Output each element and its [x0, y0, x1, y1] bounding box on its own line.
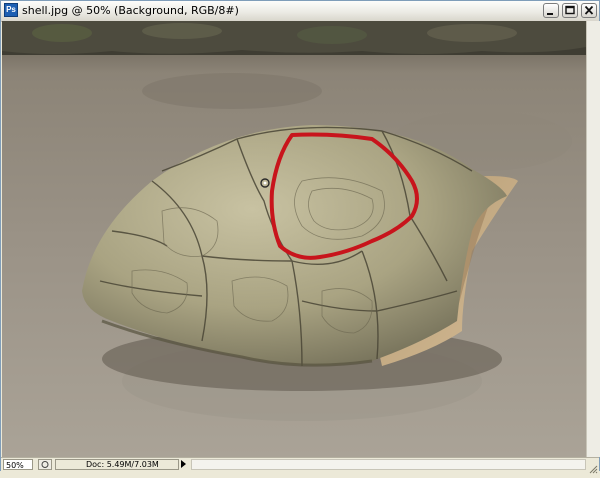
status-bar: 50% Doc: 5.49M/7.03M — [1, 457, 599, 474]
minimize-button[interactable] — [543, 3, 559, 18]
resize-grip-icon[interactable] — [587, 459, 598, 474]
shell-photo — [2, 21, 586, 457]
preview-icon[interactable] — [38, 459, 52, 470]
close-icon — [584, 5, 594, 15]
document-info: Doc: 5.49M/7.03M — [55, 459, 179, 470]
maximize-button[interactable] — [562, 3, 578, 18]
window-title: shell.jpg @ 50% (Background, RGB/8#) — [22, 4, 239, 17]
maximize-icon — [565, 5, 575, 15]
minimize-icon — [547, 13, 553, 15]
status-menu-arrow-icon[interactable] — [181, 460, 186, 468]
title-bar[interactable]: Ps shell.jpg @ 50% (Background, RGB/8#) — [1, 1, 599, 22]
document-window: Ps shell.jpg @ 50% (Background, RGB/8#) — [0, 0, 600, 474]
image-canvas[interactable] — [2, 21, 586, 457]
close-button[interactable] — [581, 3, 597, 18]
zoom-level-field[interactable]: 50% — [3, 459, 33, 470]
photoshop-document-icon: Ps — [4, 3, 18, 17]
horizontal-scrollbar[interactable] — [191, 459, 586, 470]
vertical-scrollbar[interactable] — [586, 21, 600, 457]
